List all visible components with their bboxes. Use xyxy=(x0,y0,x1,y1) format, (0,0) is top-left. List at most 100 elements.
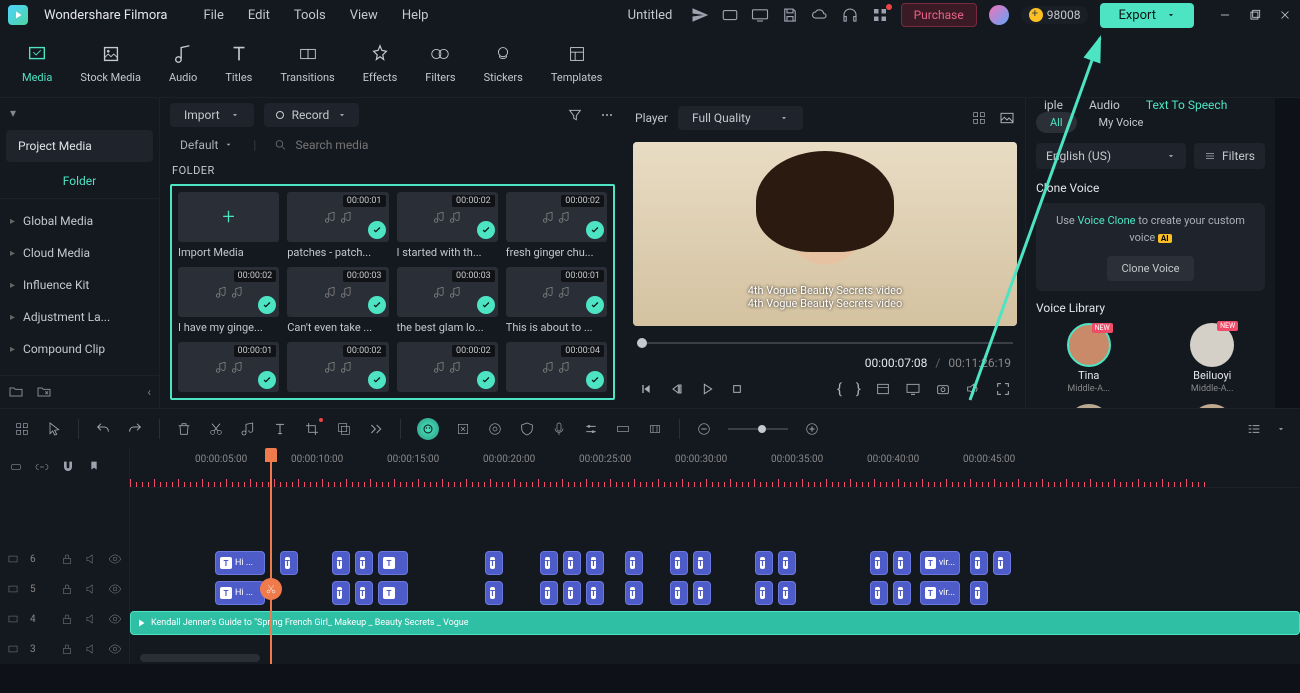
marker-icon[interactable] xyxy=(86,459,102,475)
track-header[interactable]: 4 xyxy=(0,604,129,634)
text-clip[interactable]: T xyxy=(778,551,796,575)
zoom-out-icon[interactable] xyxy=(696,421,712,437)
tts-tab[interactable]: Audio xyxy=(1089,98,1120,112)
shield-icon[interactable] xyxy=(519,421,535,437)
text-clip[interactable]: T xyxy=(280,551,298,575)
copy-icon[interactable] xyxy=(336,421,352,437)
media-tile[interactable]: 00:00:02 xyxy=(397,342,498,392)
text-clip[interactable]: T xyxy=(625,581,643,605)
tab-transitions[interactable]: Transitions xyxy=(280,43,334,84)
split-icon[interactable] xyxy=(260,578,282,600)
tab-audio[interactable]: Audio xyxy=(169,43,197,84)
text-clip[interactable]: T xyxy=(893,581,911,605)
voice-item[interactable]: NEWBeiluoyiMiddle-A... xyxy=(1160,323,1266,394)
snapshot-icon[interactable] xyxy=(935,381,951,397)
voice-item[interactable]: ChristopherMiddle-A... xyxy=(1036,404,1142,408)
tts-subtab[interactable]: My Voice xyxy=(1085,112,1158,133)
seek-bar[interactable] xyxy=(637,334,1013,352)
tab-media[interactable]: Media xyxy=(22,43,52,84)
text-clip[interactable]: Tvir... xyxy=(920,551,960,575)
text-clip[interactable]: T xyxy=(378,581,408,605)
import-media-tile[interactable]: +Import Media xyxy=(178,192,279,259)
folder-selected[interactable]: Folder xyxy=(0,164,159,199)
mark-in-icon[interactable]: { xyxy=(837,380,842,398)
preview-video[interactable]: 4th Vogue Beauty Secrets video 4th Vogue… xyxy=(633,142,1017,326)
stop-icon[interactable] xyxy=(729,381,745,397)
track-header[interactable]: 5 xyxy=(0,574,129,604)
track-header[interactable]: 3 xyxy=(0,634,129,664)
text-clip[interactable]: T xyxy=(378,551,408,575)
search-input[interactable] xyxy=(295,138,607,152)
media-tile[interactable]: 00:00:02I have my ginge... xyxy=(178,267,279,334)
quality-dropdown[interactable]: Full Quality xyxy=(678,106,803,130)
text-clip[interactable]: T xyxy=(563,551,581,575)
media-tile[interactable]: 00:00:01patches - patch... xyxy=(287,192,388,259)
maximize-icon[interactable] xyxy=(1248,8,1262,22)
video-clip[interactable]: Kendall Jenner's Guide to "Spring French… xyxy=(130,611,1300,635)
fit-icon[interactable] xyxy=(615,421,631,437)
text-clip[interactable]: T xyxy=(693,581,711,605)
tab-effects[interactable]: Effects xyxy=(363,43,398,84)
sidebar-item[interactable]: ▸Adjustment La... xyxy=(0,301,159,333)
tab-templates[interactable]: Templates xyxy=(551,43,602,84)
menu-view[interactable]: View xyxy=(350,8,378,23)
play-icon[interactable] xyxy=(699,381,715,397)
text-clip[interactable]: T xyxy=(355,551,373,575)
sidebar-item[interactable]: ▸Cloud Media xyxy=(0,237,159,269)
minimize-icon[interactable] xyxy=(1218,8,1232,22)
media-tile[interactable]: 00:00:01 xyxy=(178,342,279,392)
text-clip[interactable]: T xyxy=(563,581,581,605)
record-dropdown[interactable]: Record xyxy=(264,103,360,127)
text-clip[interactable]: T xyxy=(778,581,796,605)
text-clip[interactable]: T xyxy=(625,551,643,575)
user-avatar[interactable] xyxy=(989,5,1009,25)
voice-clone-link[interactable]: Voice Clone xyxy=(1077,214,1135,227)
clone-voice-button[interactable]: Clone Voice xyxy=(1107,256,1193,281)
ai-assistant-icon[interactable] xyxy=(417,418,439,440)
headphones-icon[interactable] xyxy=(841,6,859,24)
timeline-scrollbar[interactable] xyxy=(140,654,260,662)
text-clip[interactable]: T xyxy=(332,551,350,575)
timeline-ruler[interactable]: 00:00:05:0000:00:10:0000:00:15:0000:00:2… xyxy=(130,448,1300,488)
text-clip[interactable]: T xyxy=(755,581,773,605)
sort-dropdown[interactable]: Default xyxy=(172,134,241,156)
step-back-icon[interactable] xyxy=(669,381,685,397)
display-icon[interactable] xyxy=(905,381,921,397)
more-icon[interactable] xyxy=(599,107,615,123)
cut-icon[interactable] xyxy=(208,421,224,437)
close-icon[interactable] xyxy=(1278,8,1292,22)
more-tools-icon[interactable] xyxy=(368,421,384,437)
music-icon[interactable] xyxy=(240,421,256,437)
media-tile[interactable]: 00:00:02 xyxy=(287,342,388,392)
tab-titles[interactable]: Titles xyxy=(225,43,252,84)
undo-icon[interactable] xyxy=(95,421,111,437)
media-tile[interactable]: 00:00:03Can't even take ... xyxy=(287,267,388,334)
media-tile[interactable]: 00:00:02fresh ginger chu... xyxy=(506,192,607,259)
tab-stock-media[interactable]: Stock Media xyxy=(80,43,141,84)
zoom-in-icon[interactable] xyxy=(804,421,820,437)
project-media-item[interactable]: Project Media xyxy=(6,130,153,162)
text-clip[interactable]: T xyxy=(670,551,688,575)
text-clip[interactable]: T xyxy=(586,581,604,605)
menu-file[interactable]: File xyxy=(203,8,223,23)
text-clip[interactable]: T xyxy=(870,551,888,575)
collapse-sidebar-icon[interactable]: ‹ xyxy=(147,385,151,399)
track-row[interactable]: THi ...TTTTTTTTTTTTTTTTvir...TT xyxy=(130,548,1300,578)
text-clip[interactable]: T xyxy=(993,551,1011,575)
magnet-icon[interactable] xyxy=(60,459,76,475)
text-clip[interactable]: T xyxy=(970,581,988,605)
purchase-button[interactable]: Purchase xyxy=(901,3,977,27)
text-clip[interactable]: THi ... xyxy=(215,551,265,575)
sidebar-item[interactable]: ▸Compound Clip xyxy=(0,333,159,365)
track-header[interactable]: 6 xyxy=(0,544,129,574)
text-clip[interactable]: T xyxy=(355,581,373,605)
adjust-icon[interactable] xyxy=(583,421,599,437)
mic-icon[interactable] xyxy=(551,421,567,437)
redo-icon[interactable] xyxy=(127,421,143,437)
text-clip[interactable]: T xyxy=(485,551,503,575)
tab-stickers[interactable]: Stickers xyxy=(484,43,523,84)
cloud-icon[interactable] xyxy=(811,6,829,24)
media-tile[interactable]: 00:00:04 xyxy=(506,342,607,392)
filter-icon[interactable] xyxy=(567,107,583,123)
text-icon[interactable] xyxy=(272,421,288,437)
